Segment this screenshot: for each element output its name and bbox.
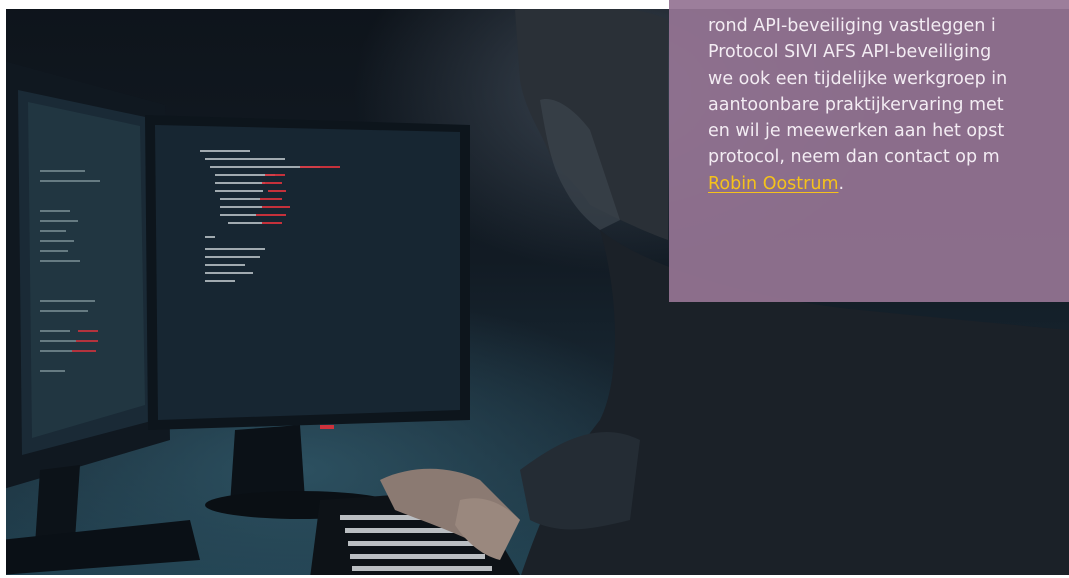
info-line: aantoonbare praktijkervaring met	[708, 94, 1004, 115]
contact-link-robin-oostrum[interactable]: Robin Oostrum	[708, 174, 839, 194]
info-line: protocol, neem dan contact op m	[708, 147, 1000, 168]
info-line: Protocol SIVI AFS API-beveiliging	[708, 42, 992, 63]
center-monitor	[145, 115, 470, 519]
info-callout-box: rond API-beveiliging vastleggen i Protoc…	[669, 0, 1069, 302]
info-line-link-row: Robin Oostrum.	[708, 171, 1069, 197]
info-paragraph: rond API-beveiliging vastleggen i Protoc…	[708, 13, 1069, 197]
info-line: we ook een tijdelijke werkgroep in	[708, 68, 1008, 89]
link-trailing-punctuation: .	[838, 173, 845, 194]
left-white-margin	[0, 0, 6, 578]
info-line: en wil je meewerken aan het opst	[708, 121, 1005, 142]
info-line: rond API-beveiliging vastleggen i	[708, 16, 996, 36]
